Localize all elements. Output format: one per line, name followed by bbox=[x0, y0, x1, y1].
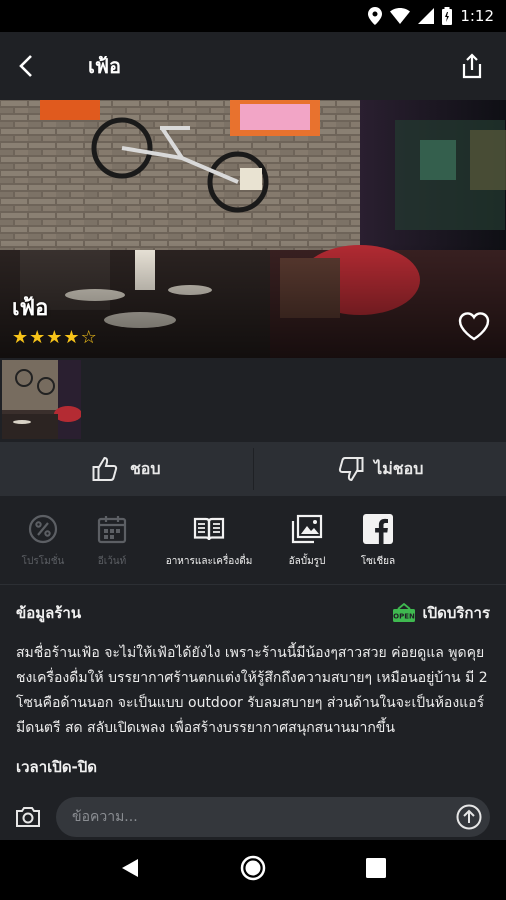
photo-thumbnail[interactable] bbox=[2, 360, 81, 439]
camera-button[interactable] bbox=[0, 793, 56, 840]
tab-label: โปรโมชั่น bbox=[21, 556, 65, 567]
restaurant-photo bbox=[0, 100, 506, 358]
back-button[interactable] bbox=[0, 32, 52, 100]
photo-album-icon bbox=[291, 514, 323, 544]
tab-label: อัลบั้มรูป bbox=[288, 556, 326, 567]
triangle-back-icon bbox=[121, 859, 138, 877]
battery-icon bbox=[442, 7, 453, 25]
dislike-label: ไม่ชอบ bbox=[374, 458, 424, 478]
tab-event[interactable]: อีเว้นท์ bbox=[74, 496, 150, 584]
photo-thumbnails bbox=[0, 358, 506, 442]
message-composer bbox=[0, 793, 506, 840]
clock-time: 1:12 bbox=[460, 7, 494, 25]
calendar-icon bbox=[97, 516, 127, 544]
status-bar: 1:12 bbox=[0, 0, 506, 32]
tab-label: อีเว้นท์ bbox=[97, 556, 127, 567]
percent-icon bbox=[28, 514, 58, 544]
opening-hours-title: เวลาเปิด-ปิด bbox=[16, 758, 98, 776]
tab-social[interactable]: โซเชียล bbox=[346, 496, 410, 584]
chevron-left-icon bbox=[19, 55, 32, 77]
favorite-button[interactable] bbox=[456, 308, 492, 344]
tab-label: อาหารและเครื่องดื่ม bbox=[165, 556, 253, 567]
page-title: เฟ้อ bbox=[88, 54, 122, 78]
wifi-icon bbox=[390, 8, 411, 24]
share-icon bbox=[462, 53, 482, 79]
nav-back-button[interactable] bbox=[120, 857, 140, 883]
like-label: ชอบ bbox=[129, 458, 161, 478]
star-filled-icon: ★ bbox=[63, 327, 80, 348]
open-status: OPEN เปิดบริการ bbox=[392, 601, 490, 625]
dislike-button[interactable]: ไม่ชอบ bbox=[254, 442, 506, 496]
tab-promotion[interactable]: โปรโมชั่น bbox=[12, 496, 74, 584]
star-filled-icon: ★ bbox=[12, 327, 29, 348]
heart-outline-icon bbox=[458, 312, 490, 341]
app-bar: เฟ้อ bbox=[0, 32, 506, 100]
vote-row: ชอบ ไม่ชอบ bbox=[0, 442, 506, 496]
thumbs-up-icon bbox=[92, 456, 118, 481]
section-title: ข้อมูลร้าน bbox=[16, 604, 82, 622]
place-name: เฟ้อ bbox=[12, 296, 49, 321]
message-field bbox=[56, 796, 490, 837]
star-filled-icon: ★ bbox=[29, 327, 46, 348]
message-input[interactable] bbox=[72, 808, 432, 825]
square-recents-icon bbox=[366, 858, 387, 878]
signal-icon bbox=[418, 8, 435, 24]
circle-home-icon bbox=[240, 855, 266, 881]
tab-food-and-drinks[interactable]: อาหารและเครื่องดื่ม bbox=[150, 496, 268, 584]
open-status-label: เปิดบริการ bbox=[422, 604, 490, 622]
thumbs-down-icon bbox=[339, 457, 364, 482]
menu-book-icon bbox=[193, 517, 225, 541]
rating-stars: ★ ★ ★ ★ ☆ bbox=[12, 328, 97, 348]
shop-info-section: ข้อมูลร้าน OPEN เปิดบริการ สมชื่อร้านเฟ้… bbox=[0, 585, 506, 793]
send-button[interactable] bbox=[456, 804, 482, 830]
feature-tabs: โปรโมชั่น อีเว้นท์ อาหารและเครื่องดื่ม อ… bbox=[0, 496, 506, 584]
nav-recents-button[interactable] bbox=[366, 858, 387, 882]
star-empty-icon: ☆ bbox=[80, 327, 97, 348]
hero-photo[interactable]: เฟ้อ ★ ★ ★ ★ ☆ bbox=[0, 100, 506, 358]
open-sign-icon: OPEN bbox=[393, 603, 416, 622]
star-filled-icon: ★ bbox=[46, 327, 63, 348]
open-badge-text: OPEN bbox=[394, 613, 416, 621]
like-button[interactable]: ชอบ bbox=[0, 442, 253, 496]
tab-label: โซเชียล bbox=[360, 556, 396, 567]
shop-description: สมชื่อร้านเฟ้อ จะไม่ให้เฟ้อได้ยังไง เพรา… bbox=[16, 645, 488, 736]
camera-icon bbox=[16, 806, 40, 827]
facebook-icon bbox=[363, 514, 393, 544]
nav-home-button[interactable] bbox=[239, 854, 267, 886]
share-button[interactable] bbox=[446, 32, 498, 100]
location-icon bbox=[368, 7, 383, 25]
system-nav-bar bbox=[0, 840, 506, 900]
tab-photo-album[interactable]: อัลบั้มรูป bbox=[268, 496, 346, 584]
